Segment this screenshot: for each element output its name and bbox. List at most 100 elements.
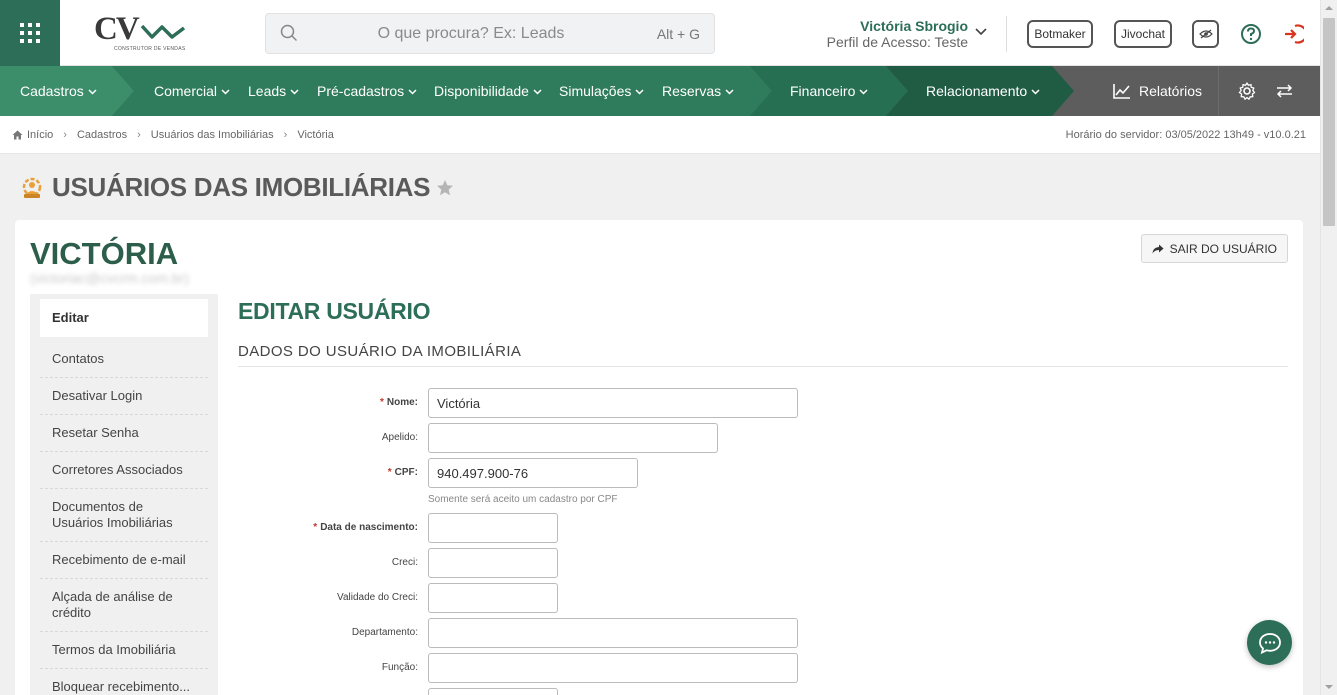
side-menu: Editar Contatos Desativar Login Resetar … <box>30 294 218 695</box>
field-row-funcao: Função: <box>238 653 1288 683</box>
chat-button[interactable] <box>1247 620 1292 665</box>
nav-cadastros[interactable]: Cadastros <box>20 66 97 116</box>
hide-values-button[interactable] <box>1192 20 1219 48</box>
chevron-down-icon <box>88 89 97 95</box>
top-header: CV CONSTRUTOR DE VENDAS Alt + G Victória… <box>0 0 1320 66</box>
logo-subtitle: CONSTRUTOR DE VENDAS <box>114 46 186 52</box>
nav-relatorios[interactable]: Relatórios <box>1113 66 1202 116</box>
botmaker-button[interactable]: Botmaker <box>1027 20 1093 48</box>
exit-user-button[interactable]: SAIR DO USUÁRIO <box>1140 234 1288 263</box>
side-menu-desativar-login[interactable]: Desativar Login <box>40 378 208 415</box>
side-menu-contatos[interactable]: Contatos <box>40 341 208 378</box>
nome-input[interactable] <box>428 388 798 418</box>
search-box[interactable]: Alt + G <box>265 13 715 54</box>
side-menu-documentos[interactable]: Documentos de Usuários Imobiliárias <box>40 489 208 542</box>
page-scrollbar[interactable] <box>1320 0 1337 695</box>
share-icon <box>1152 244 1164 253</box>
logout-button[interactable] <box>1281 20 1305 48</box>
chevron-down-icon <box>1031 89 1040 95</box>
breadcrumb: Início › Cadastros › Usuários das Imobil… <box>12 129 334 141</box>
nascimento-input[interactable] <box>428 513 558 543</box>
apps-menu-button[interactable] <box>0 0 60 66</box>
edit-user-form: EDITAR USUÁRIO DADOS DO USUÁRIO DA IMOBI… <box>238 298 1288 695</box>
chevron-down-icon <box>408 89 417 95</box>
chevron-down-icon <box>725 89 734 95</box>
breadcrumb-usuarios-imobiliarias[interactable]: Usuários das Imobiliárias <box>151 129 274 141</box>
validade-creci-label: Validade do Creci: <box>337 592 418 603</box>
chevron-down-icon <box>533 89 542 95</box>
jivochat-button[interactable]: Jivochat <box>1114 20 1172 48</box>
grid-icon <box>20 23 40 43</box>
side-menu-editar[interactable]: Editar <box>40 299 208 337</box>
side-menu-resetar-senha[interactable]: Resetar Senha <box>40 415 208 452</box>
question-circle-icon <box>1241 24 1261 44</box>
main-nav: Cadastros Comercial Leads Pré-cadastros … <box>0 66 1320 116</box>
chat-bubble-icon <box>1258 632 1281 654</box>
validade-creci-input[interactable] <box>428 583 558 613</box>
user-profile: Perfil de Acesso: Teste <box>826 34 968 50</box>
search-shortcut: Alt + G <box>656 26 700 42</box>
line-chart-icon <box>1113 84 1130 99</box>
user-gear-icon <box>22 177 42 198</box>
nav-simulacoes[interactable]: Simulações <box>559 66 644 116</box>
apelido-input[interactable] <box>428 423 718 453</box>
side-menu-corretores-associados[interactable]: Corretores Associados <box>40 452 208 489</box>
scroll-up-icon[interactable] <box>1325 4 1333 12</box>
nav-leads[interactable]: Leads <box>248 66 299 116</box>
nascimento-label: * Data de nascimento: <box>313 522 418 533</box>
side-menu-termos[interactable]: Termos da Imobiliária <box>40 632 208 669</box>
nav-settings[interactable] <box>1238 66 1256 116</box>
nome-label: * Nome: <box>379 397 418 408</box>
user-name: Victória Sbrogio <box>860 18 968 34</box>
eye-slash-icon <box>1198 29 1213 39</box>
nav-reservas[interactable]: Reservas <box>662 66 734 116</box>
field-row-nascimento: * Data de nascimento: <box>238 513 1288 543</box>
search-icon <box>280 24 298 42</box>
nav-comercial[interactable]: Comercial <box>154 66 230 116</box>
next-field-input[interactable] <box>428 688 558 695</box>
page-title: USUÁRIOS DAS IMOBILIÁRIAS <box>20 172 454 203</box>
logo-wave-icon <box>140 24 186 39</box>
breadcrumb-current: Victória <box>297 129 334 141</box>
search-input[interactable] <box>306 14 636 53</box>
content-card: VICTÓRIA (victoriac@cvcrm.com.br) SAIR D… <box>15 220 1303 695</box>
cpf-input[interactable] <box>428 458 638 488</box>
header-divider <box>1006 16 1007 52</box>
help-button[interactable] <box>1239 20 1263 48</box>
funcao-label: Função: <box>381 662 418 673</box>
creci-input[interactable] <box>428 548 558 578</box>
cv-logo[interactable]: CV CONSTRUTOR DE VENDAS <box>94 13 186 54</box>
departamento-input[interactable] <box>428 618 798 648</box>
creci-label: Creci: <box>391 557 418 568</box>
nav-relacionamento[interactable]: Relacionamento <box>926 66 1040 116</box>
departamento-label: Departamento: <box>351 627 418 638</box>
breadcrumb-bar: Início › Cadastros › Usuários das Imobil… <box>0 116 1320 154</box>
chevron-down-icon <box>859 89 868 95</box>
chevron-down-icon <box>635 89 644 95</box>
chevron-right-icon: › <box>63 129 67 141</box>
nav-switch[interactable] <box>1276 66 1293 116</box>
chevron-down-icon <box>975 28 987 36</box>
breadcrumb-cadastros[interactable]: Cadastros <box>77 129 127 141</box>
nav-disponibilidade[interactable]: Disponibilidade <box>434 66 542 116</box>
breadcrumb-inicio[interactable]: Início <box>27 129 53 141</box>
cpf-hint: Somente será aceito um cadastro por CPF <box>428 494 618 505</box>
side-menu-alcada-credito[interactable]: Alçada de análise de crédito <box>40 579 208 632</box>
cpf-label: * CPF: <box>387 467 418 478</box>
nav-financeiro[interactable]: Financeiro <box>790 66 868 116</box>
nav-divider <box>1218 66 1219 116</box>
nav-pre-cadastros[interactable]: Pré-cadastros <box>317 66 417 116</box>
side-menu-bloquear[interactable]: Bloquear recebimento... <box>40 669 208 695</box>
star-icon[interactable] <box>436 179 454 197</box>
scroll-down-icon[interactable] <box>1325 683 1333 691</box>
chevron-right-icon: › <box>283 129 288 141</box>
home-icon <box>12 130 23 140</box>
funcao-input[interactable] <box>428 653 798 683</box>
chevron-down-icon <box>221 89 230 95</box>
field-row-nome: * Nome: <box>238 388 1288 418</box>
scroll-thumb[interactable] <box>1323 18 1335 226</box>
nav-relatorios-label: Relatórios <box>1139 83 1203 99</box>
field-row-validade-creci: Validade do Creci: <box>238 583 1288 613</box>
side-menu-recebimento-email[interactable]: Recebimento de e-mail <box>40 542 208 579</box>
form-title: EDITAR USUÁRIO <box>238 298 431 324</box>
